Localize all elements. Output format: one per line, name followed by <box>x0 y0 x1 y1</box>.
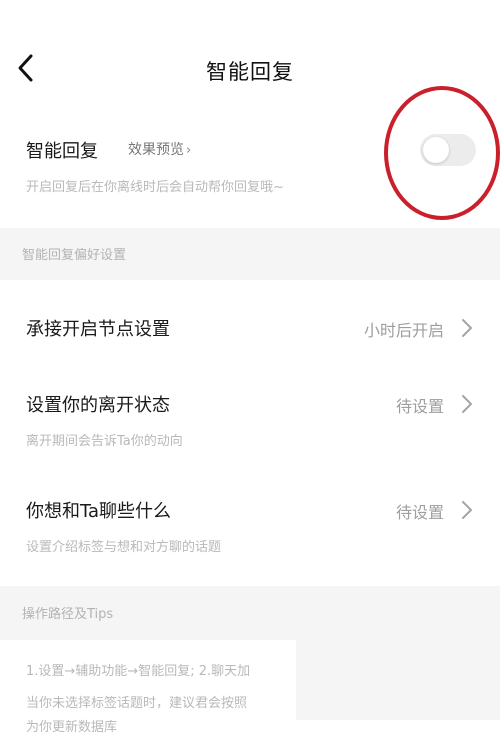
effect-preview-link[interactable]: 效果预览 › <box>128 139 191 159</box>
row-value: 待设置 <box>395 503 444 522</box>
row-value: 小时后开启 <box>363 321 444 340</box>
tips-line: 为你更新数据库 <box>26 720 118 735</box>
tips-line: 当你未选择标签话题时，建议君会按照 <box>26 696 248 711</box>
row-label: 你想和Ta聊些什么 <box>26 501 172 522</box>
page-title: 智能回复 <box>206 60 294 84</box>
row-description: 设置介绍标签与想和对方聊的话题 <box>26 540 222 555</box>
chevron-right-icon <box>462 395 472 413</box>
smart-reply-label: 智能回复 <box>26 141 98 162</box>
smart-reply-toggle[interactable] <box>420 134 476 166</box>
chevron-right-icon <box>462 319 472 337</box>
chevron-right-icon <box>462 501 472 519</box>
toggle-knob <box>423 137 449 163</box>
effect-preview-label: 效果预览 <box>128 142 184 158</box>
tips-line: 1.设置→辅助功能→智能回复; 2.聊天加 <box>26 664 251 679</box>
row-description: 离开期间会告诉Ta你的动向 <box>26 434 183 449</box>
row-value: 待设置 <box>395 397 444 416</box>
preferences-section-title: 智能回复偏好设置 <box>22 248 127 263</box>
row-label: 承接开启节点设置 <box>26 319 170 340</box>
smart-reply-description: 开启回复后在你离线时后会自动帮你回复哦~ <box>26 180 284 195</box>
header-bar: 智能回复 <box>0 0 500 120</box>
tips-section-title: 操作路径及Tips <box>22 607 114 622</box>
chevron-right-icon: › <box>186 143 192 158</box>
row-label: 设置你的离开状态 <box>26 395 170 416</box>
